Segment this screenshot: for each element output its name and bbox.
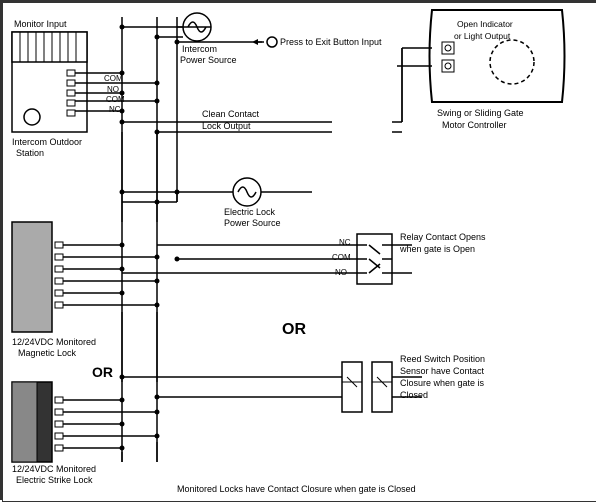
svg-text:Press to Exit Button Input: Press to Exit Button Input (280, 37, 382, 47)
svg-text:OR: OR (282, 321, 306, 338)
svg-text:or Light Output: or Light Output (454, 31, 511, 41)
svg-text:COM: COM (106, 95, 125, 104)
svg-text:OR: OR (92, 364, 113, 380)
svg-text:12/24VDC Monitored: 12/24VDC Monitored (12, 337, 96, 347)
svg-text:Sensor have Contact: Sensor have Contact (400, 366, 485, 376)
svg-text:Closure when gate is: Closure when gate is (400, 378, 485, 388)
svg-text:NO: NO (107, 85, 119, 94)
svg-text:Open Indicator: Open Indicator (457, 19, 513, 29)
svg-text:Power Source: Power Source (180, 55, 237, 65)
svg-text:Station: Station (16, 148, 44, 158)
svg-text:Swing or Sliding Gate: Swing or Sliding Gate (437, 108, 524, 118)
svg-text:Clean Contact: Clean Contact (202, 109, 260, 119)
svg-text:Motor Controller: Motor Controller (442, 120, 507, 130)
svg-text:COM: COM (332, 253, 351, 262)
svg-text:Power Source: Power Source (224, 218, 281, 228)
svg-text:Relay Contact Opens: Relay Contact Opens (400, 232, 486, 242)
svg-text:12/24VDC Monitored: 12/24VDC Monitored (12, 464, 96, 474)
svg-text:when gate is Open: when gate is Open (399, 244, 475, 254)
svg-text:COM: COM (104, 74, 123, 83)
svg-text:NC: NC (109, 105, 121, 114)
svg-text:Electric Lock: Electric Lock (224, 207, 276, 217)
svg-text:Reed Switch Position: Reed Switch Position (400, 354, 485, 364)
svg-text:Closed: Closed (400, 390, 428, 400)
monitor-input-label: Monitor Input (14, 19, 67, 29)
svg-text:Intercom: Intercom (182, 44, 217, 54)
svg-text:Magnetic Lock: Magnetic Lock (18, 348, 77, 358)
diagram-container: Monitor Input Intercom Power Source Pres… (0, 0, 596, 500)
svg-text:Monitored Locks have Contact C: Monitored Locks have Contact Closure whe… (177, 484, 416, 494)
svg-text:Electric Strike Lock: Electric Strike Lock (16, 475, 93, 485)
svg-text:Intercom Outdoor: Intercom Outdoor (12, 137, 82, 147)
